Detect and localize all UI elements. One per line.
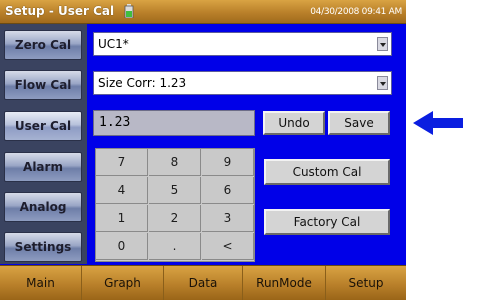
screen-title: Setup - User Cal (5, 4, 115, 18)
device-screen: Setup - User Cal 04/30/2008 09:41 AM Zer… (0, 0, 406, 300)
date-time: 04/30/2008 09:41 AM (310, 7, 402, 17)
sidebar-item-settings[interactable]: Settings (4, 232, 82, 262)
chevron-down-icon (377, 76, 388, 90)
key-7[interactable]: 7 (96, 149, 148, 176)
battery-icon (124, 4, 134, 18)
factory-cal-button[interactable]: Factory Cal (264, 209, 390, 235)
value-entry-field[interactable]: 1.23 (93, 110, 255, 136)
key-4[interactable]: 4 (96, 177, 148, 204)
tab-runmode[interactable]: RunMode (243, 266, 326, 300)
user-cal-select[interactable]: UC1* (93, 32, 392, 56)
sidebar-item-analog[interactable]: Analog (4, 192, 82, 222)
key-decimal[interactable]: . (149, 233, 201, 260)
numeric-keypad: 7 8 9 4 5 6 1 2 3 0 . < (95, 148, 255, 262)
key-5[interactable]: 5 (149, 177, 201, 204)
sidebar-item-user-cal[interactable]: User Cal (4, 111, 82, 141)
tab-data[interactable]: Data (164, 266, 243, 300)
size-corr-select-value: Size Corr: 1.23 (98, 76, 187, 90)
key-3[interactable]: 3 (202, 205, 254, 232)
key-0[interactable]: 0 (96, 233, 148, 260)
arrow-left-icon (413, 111, 463, 135)
key-1[interactable]: 1 (96, 205, 148, 232)
sidebar-item-flow-cal[interactable]: Flow Cal (4, 70, 82, 100)
key-8[interactable]: 8 (149, 149, 201, 176)
custom-cal-button[interactable]: Custom Cal (264, 159, 390, 185)
key-6[interactable]: 6 (202, 177, 254, 204)
chevron-down-icon (377, 37, 388, 51)
user-cal-select-value: UC1* (98, 37, 129, 51)
side-menu: Zero Cal Flow Cal User Cal Alarm Analog … (0, 24, 87, 264)
tab-graph[interactable]: Graph (82, 266, 164, 300)
title-bar: Setup - User Cal 04/30/2008 09:41 AM (0, 0, 406, 24)
bottom-tab-bar: Main Graph Data RunMode Setup (0, 265, 406, 300)
sidebar-item-alarm[interactable]: Alarm (4, 152, 82, 182)
sidebar-item-zero-cal[interactable]: Zero Cal (4, 30, 82, 60)
save-button[interactable]: Save (328, 111, 390, 135)
key-2[interactable]: 2 (149, 205, 201, 232)
key-backspace[interactable]: < (202, 233, 254, 260)
tab-main[interactable]: Main (0, 266, 82, 300)
key-9[interactable]: 9 (202, 149, 254, 176)
undo-button[interactable]: Undo (263, 111, 325, 135)
tab-setup[interactable]: Setup (326, 266, 406, 300)
size-corr-select[interactable]: Size Corr: 1.23 (93, 71, 392, 95)
